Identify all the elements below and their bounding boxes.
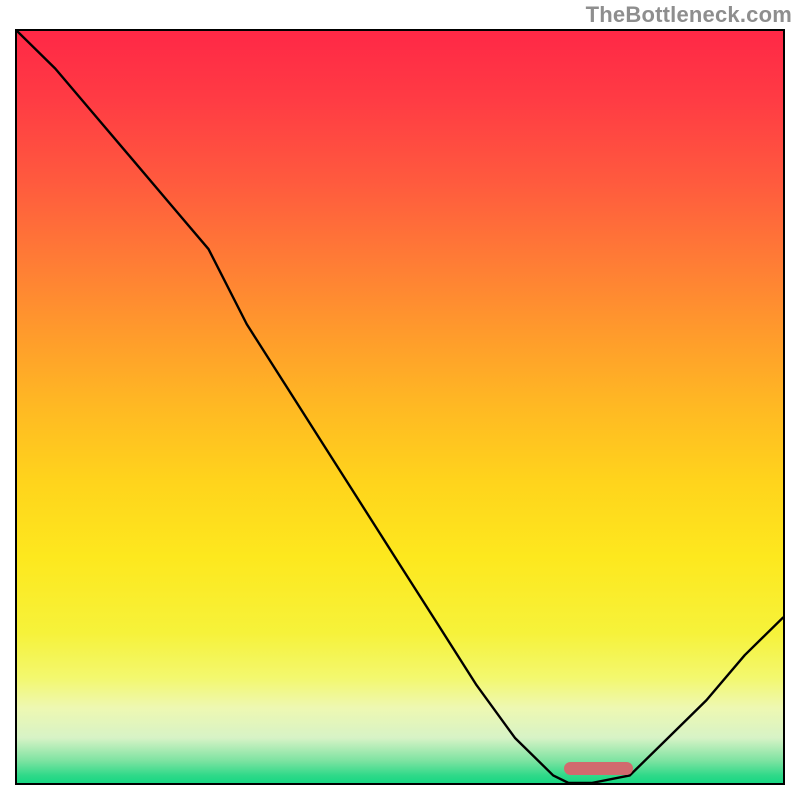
watermark-text: TheBottleneck.com [586, 2, 792, 28]
plot-area [15, 29, 785, 785]
chart-container: TheBottleneck.com [0, 0, 800, 800]
bottleneck-curve [17, 31, 783, 783]
optimal-marker [564, 762, 633, 775]
curve-overlay [17, 31, 783, 783]
